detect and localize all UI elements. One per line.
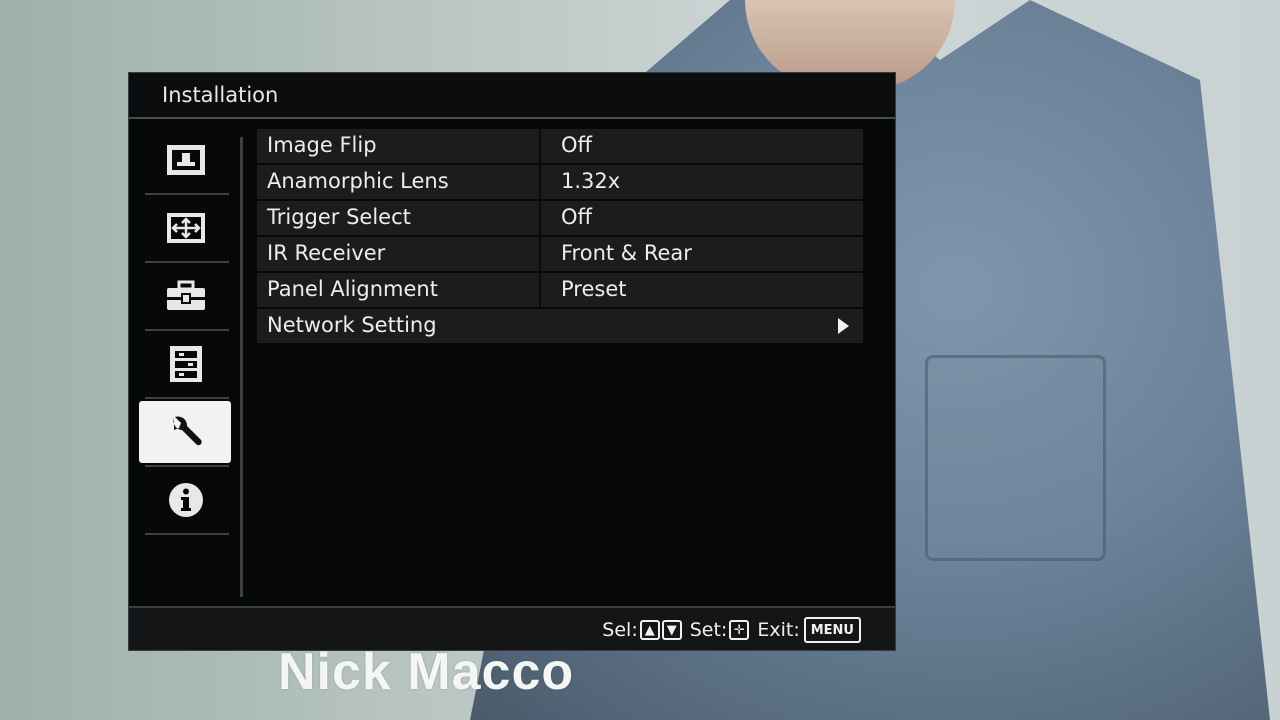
row-divider — [539, 165, 541, 199]
projector-osd-menu: Installation Image Flip Off Anamorphic L… — [128, 72, 896, 651]
setting-row-image-flip[interactable]: Image Flip Off — [257, 129, 863, 163]
category-icon-column — [137, 125, 237, 595]
toolbox-icon — [167, 280, 205, 310]
enter-key-icon: ✛ — [729, 620, 750, 640]
category-installation[interactable] — [139, 401, 231, 463]
background-caption: Nick Macco — [278, 643, 575, 701]
icon-divider — [145, 397, 229, 399]
setting-label: Panel Alignment — [267, 277, 438, 301]
menu-title-bar: Installation — [129, 73, 895, 119]
submenu-arrow-icon — [838, 318, 849, 334]
setting-row-network-setting[interactable]: Network Setting — [257, 309, 863, 343]
set-label: Set: — [689, 619, 728, 641]
icon-divider — [145, 329, 229, 331]
setting-label: Anamorphic Lens — [267, 169, 449, 193]
signal-icon — [167, 213, 205, 243]
row-divider — [539, 129, 541, 163]
row-divider — [539, 201, 541, 235]
picture-icon — [167, 145, 205, 175]
icon-divider — [145, 465, 229, 467]
setting-value: Preset — [561, 277, 627, 301]
setting-row-ir-receiver[interactable]: IR Receiver Front & Rear — [257, 237, 863, 271]
setting-row-panel-alignment[interactable]: Panel Alignment Preset — [257, 273, 863, 307]
settings-list: Image Flip Off Anamorphic Lens 1.32x Tri… — [257, 129, 863, 345]
up-arrow-key-icon: ▲ — [639, 620, 660, 640]
category-memory[interactable] — [141, 333, 231, 395]
info-icon — [169, 483, 203, 517]
row-divider — [539, 237, 541, 271]
icon-divider — [145, 261, 229, 263]
background-pocket — [925, 355, 1106, 561]
setting-value: Front & Rear — [561, 241, 692, 265]
setting-label: Network Setting — [267, 313, 437, 337]
category-picture[interactable] — [141, 129, 231, 191]
menu-key-icon: MENU — [803, 617, 861, 643]
column-divider — [240, 137, 243, 597]
setting-label: Image Flip — [267, 133, 377, 157]
memory-icon — [170, 346, 202, 382]
category-signal[interactable] — [141, 197, 231, 259]
category-settings[interactable] — [141, 265, 231, 327]
setting-value: Off — [561, 133, 592, 157]
icon-divider — [145, 533, 229, 535]
row-divider — [539, 273, 541, 307]
down-arrow-key-icon: ▼ — [661, 620, 682, 640]
setting-label: Trigger Select — [267, 205, 411, 229]
sel-label: Sel: — [602, 619, 638, 641]
exit-label: Exit: — [757, 619, 800, 641]
setting-label: IR Receiver — [267, 241, 386, 265]
menu-title: Installation — [162, 83, 279, 107]
setting-row-trigger-select[interactable]: Trigger Select Off — [257, 201, 863, 235]
setting-value: 1.32x — [561, 169, 621, 193]
setting-row-anamorphic-lens[interactable]: Anamorphic Lens 1.32x — [257, 165, 863, 199]
wrench-icon — [173, 416, 202, 446]
category-information[interactable] — [141, 469, 231, 531]
setting-value: Off — [561, 205, 592, 229]
icon-divider — [145, 193, 229, 195]
key-guide-bar: Sel: ▲ ▼ Set: ✛ Exit: MENU — [129, 606, 895, 650]
key-guide: Sel: ▲ ▼ Set: ✛ Exit: MENU — [602, 617, 861, 643]
